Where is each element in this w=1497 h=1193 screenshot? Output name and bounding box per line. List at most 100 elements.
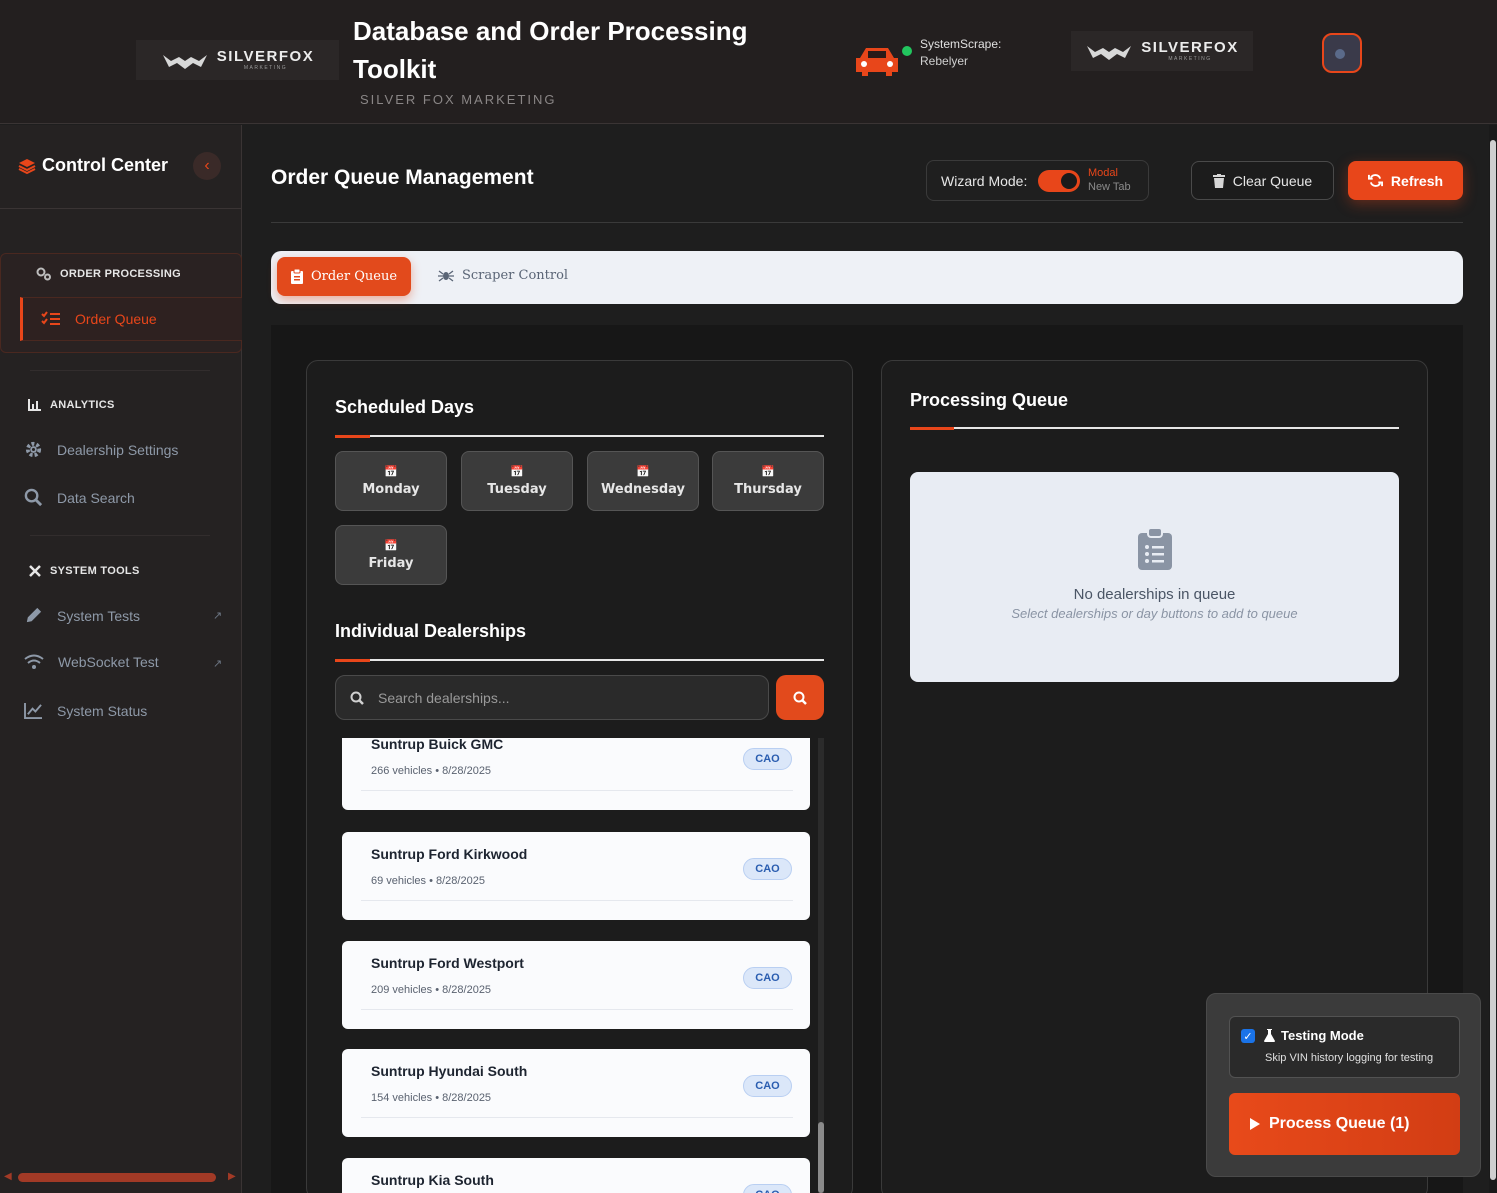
- brand-logo[interactable]: SILVERFOX MARKETING: [136, 40, 339, 80]
- sidebar-divider: [30, 535, 210, 536]
- dealership-meta: 154 vehicles • 8/28/2025: [371, 1092, 492, 1104]
- dealership-card[interactable]: Suntrup Ford Westport 209 vehicles • 8/2…: [342, 941, 810, 1029]
- flask-icon: [1264, 1029, 1275, 1042]
- clear-queue-button[interactable]: Clear Queue: [1191, 161, 1334, 200]
- dealership-name: Suntrup Ford Westport: [371, 955, 524, 971]
- day-button-wednesday[interactable]: 📅 Wednesday: [587, 451, 699, 511]
- refresh-icon: [1367, 174, 1383, 187]
- wizard-mode-toggle[interactable]: [1038, 170, 1080, 192]
- dealership-meta: 266 vehicles • 8/28/2025: [371, 765, 492, 777]
- dealership-card[interactable]: Suntrup Ford Kirkwood 69 vehicles • 8/28…: [342, 832, 810, 920]
- clipboard-list-icon: [1138, 528, 1172, 570]
- search-icon: [793, 691, 807, 705]
- wizard-option-modal: Modal: [1088, 167, 1118, 179]
- external-link-icon: ↗: [213, 658, 223, 670]
- layers-icon: [18, 158, 36, 174]
- user-toggle-icon: [1335, 45, 1353, 61]
- dealership-card[interactable]: Suntrup Buick GMC 266 vehicles • 8/28/20…: [342, 738, 810, 810]
- dealership-search-input[interactable]: [378, 689, 748, 706]
- sidebar-section-label: SYSTEM TOOLS: [28, 564, 140, 578]
- process-action-panel: ✓ Testing Mode Skip VIN history logging …: [1206, 993, 1481, 1177]
- app-subtitle: SILVER FOX MARKETING: [360, 92, 557, 107]
- section-underline: [910, 427, 1399, 430]
- wizard-mode-label: Wizard Mode:: [941, 173, 1028, 189]
- queue-empty-state: No dealerships in queue Select dealershi…: [910, 472, 1399, 682]
- day-button-tuesday[interactable]: 📅 Tuesday: [461, 451, 573, 511]
- scroll-right-icon[interactable]: ▶: [228, 1171, 236, 1182]
- search-icon: [24, 488, 43, 507]
- dealership-tag-badge: CAO: [743, 967, 792, 989]
- wizard-mode-control: Wizard Mode: Modal New Tab: [926, 160, 1149, 201]
- dealership-tag-badge: CAO: [743, 1075, 792, 1097]
- tab-scraper-control[interactable]: Scraper Control: [438, 267, 568, 283]
- clipboard-icon: [290, 269, 303, 284]
- header-divider: [271, 222, 1463, 223]
- testing-mode-label: Testing Mode: [1281, 1028, 1364, 1043]
- section-underline: [335, 435, 824, 438]
- car-icon: [856, 48, 898, 76]
- empty-queue-subtitle: Select dealerships or day buttons to add…: [1011, 606, 1298, 621]
- trash-icon: [1212, 173, 1225, 188]
- sidebar-item-system-tests[interactable]: System Tests: [24, 606, 224, 625]
- brand-logo-secondary: SILVERFOX MARKETING: [1071, 31, 1253, 71]
- page-scrollbar-thumb[interactable]: [1490, 140, 1496, 1180]
- sidebar-title: Control Center: [42, 155, 168, 175]
- gear-icon: [25, 441, 42, 458]
- dealership-card[interactable]: Suntrup Kia South CAO: [342, 1158, 810, 1193]
- dealership-name: Suntrup Buick GMC: [371, 738, 504, 752]
- sidebar-collapse-button[interactable]: ‹: [193, 152, 221, 180]
- refresh-button[interactable]: Refresh: [1348, 161, 1463, 200]
- tools-icon: [29, 565, 41, 577]
- chart-icon: [28, 399, 41, 411]
- sidebar-section-label: ANALYTICS: [28, 398, 115, 411]
- gears-icon: [36, 267, 51, 281]
- sidebar-header: Control Center ‹: [0, 125, 242, 209]
- calendar-icon: 📅: [510, 465, 524, 478]
- list-scrollbar-thumb[interactable]: [818, 1122, 824, 1193]
- tab-order-queue[interactable]: Order Queue: [277, 257, 411, 296]
- scroll-left-icon[interactable]: ◀: [4, 1171, 12, 1182]
- app-root: SILVERFOX MARKETING Database and Order P…: [0, 0, 1497, 1193]
- dealership-card[interactable]: Suntrup Hyundai South 154 vehicles • 8/2…: [342, 1049, 810, 1137]
- day-button-monday[interactable]: 📅 Monday: [335, 451, 447, 511]
- system-status-text: SystemScrape: Rebelyer: [920, 37, 1002, 68]
- search-icon: [350, 691, 364, 705]
- theme-toggle-button[interactable]: [1322, 33, 1362, 73]
- app-title: Database and Order Processing Toolkit: [353, 16, 748, 84]
- sidebar-item-websocket-test[interactable]: WebSocket Test: [24, 654, 159, 670]
- dealership-name: Suntrup Ford Kirkwood: [371, 846, 528, 862]
- empty-queue-title: No dealerships in queue: [1073, 586, 1236, 603]
- sidebar-horizontal-scrollbar[interactable]: [18, 1173, 216, 1182]
- page-title: Order Queue Management: [271, 166, 534, 189]
- dealership-search-field[interactable]: [335, 675, 769, 720]
- individual-dealerships-heading: Individual Dealerships: [335, 621, 527, 641]
- testing-mode-description: Skip VIN history logging for testing: [1265, 1052, 1434, 1064]
- pencil-icon: [26, 607, 42, 623]
- external-link-icon: ↗: [213, 610, 223, 622]
- sidebar-divider: [30, 370, 210, 371]
- sidebar-item-dealership-settings[interactable]: Dealership Settings: [24, 440, 178, 459]
- dealership-list[interactable]: Suntrup Buick GMC 266 vehicles • 8/28/20…: [335, 738, 825, 1193]
- section-underline: [335, 659, 824, 662]
- tab-bar: Order Queue Scraper Control: [271, 251, 1463, 304]
- dealership-meta: 209 vehicles • 8/28/2025: [371, 984, 492, 996]
- testing-mode-option[interactable]: ✓ Testing Mode Skip VIN history logging …: [1229, 1016, 1460, 1078]
- brand-text: SILVERFOX: [216, 48, 315, 65]
- search-button[interactable]: [776, 675, 824, 720]
- dealership-name: Suntrup Hyundai South: [371, 1063, 528, 1079]
- sidebar-item-order-queue[interactable]: Order Queue: [20, 297, 242, 341]
- list-check-icon: [41, 311, 60, 325]
- calendar-icon: 📅: [384, 539, 398, 552]
- calendar-icon: 📅: [636, 465, 650, 478]
- day-button-friday[interactable]: 📅 Friday: [335, 525, 447, 585]
- testing-mode-checkbox[interactable]: ✓: [1241, 1029, 1255, 1043]
- process-queue-button[interactable]: Process Queue (1): [1229, 1093, 1460, 1155]
- sidebar-section-label: ORDER PROCESSING: [36, 267, 181, 281]
- sidebar-item-system-status[interactable]: System Status: [24, 702, 147, 719]
- wizard-option-new-tab: New Tab: [1088, 181, 1131, 193]
- dealership-meta: 69 vehicles • 8/28/2025: [371, 875, 485, 887]
- fox-logo-icon: [1087, 46, 1132, 60]
- brand-sub: MARKETING: [243, 65, 288, 71]
- sidebar-item-data-search[interactable]: Data Search: [24, 488, 135, 507]
- day-button-thursday[interactable]: 📅 Thursday: [712, 451, 824, 511]
